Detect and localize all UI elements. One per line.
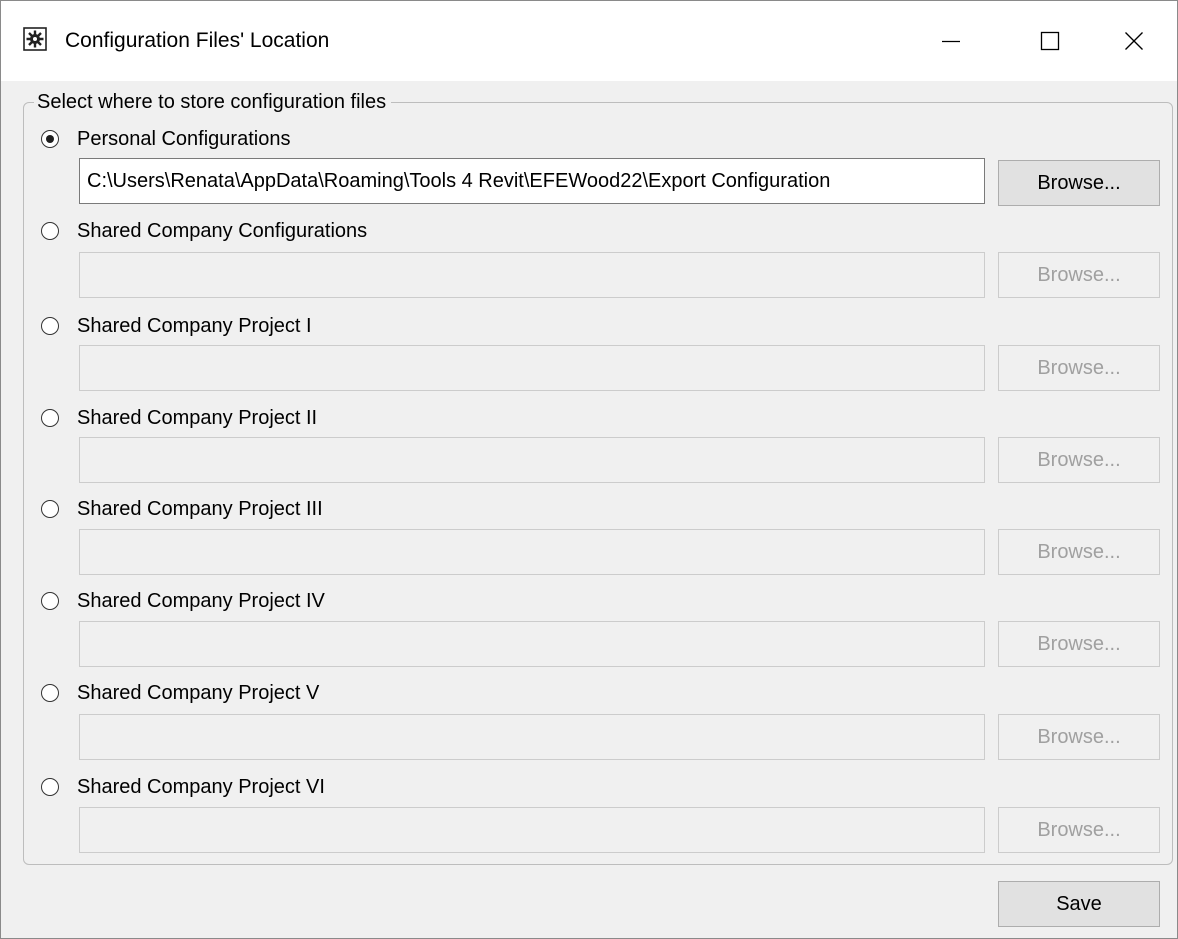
save-button[interactable]: Save — [998, 881, 1160, 927]
path-field-project-6 — [79, 807, 985, 853]
radio-selected-dot — [46, 135, 54, 143]
close-button[interactable] — [1091, 1, 1177, 81]
option-label: Shared Company Project V — [77, 682, 320, 704]
path-field-project-4 — [79, 621, 985, 667]
path-field-project-2 — [79, 437, 985, 483]
radio-personal-configurations[interactable]: Personal Configurations — [41, 125, 290, 153]
path-field-shared-configurations — [79, 252, 985, 298]
title-bar[interactable]: Configuration Files' Location — [1, 1, 1177, 81]
minimize-button[interactable] — [905, 1, 997, 81]
option-label: Shared Company Project VI — [77, 776, 325, 798]
radio-shared-company-configurations[interactable]: Shared Company Configurations — [41, 217, 367, 245]
radio-button[interactable] — [41, 684, 59, 702]
radio-button[interactable] — [41, 409, 59, 427]
radio-shared-project-6[interactable]: Shared Company Project VI — [41, 773, 325, 801]
group-legend: Select where to store configuration file… — [34, 89, 392, 115]
option-label: Shared Company Project III — [77, 498, 323, 520]
option-label: Shared Company Project I — [77, 315, 312, 337]
radio-button[interactable] — [41, 130, 59, 148]
window-title: Configuration Files' Location — [65, 29, 330, 52]
minimize-icon — [941, 31, 961, 51]
radio-shared-project-2[interactable]: Shared Company Project II — [41, 404, 317, 432]
browse-button-project-5: Browse... — [998, 714, 1160, 760]
option-label: Personal Configurations — [77, 128, 291, 150]
maximize-icon — [1040, 31, 1060, 51]
radio-button[interactable] — [41, 222, 59, 240]
option-label: Shared Company Project II — [77, 407, 318, 429]
browse-button-shared-configurations: Browse... — [998, 252, 1160, 298]
path-field-project-1 — [79, 345, 985, 391]
gear-document-icon — [23, 27, 47, 51]
close-icon — [1124, 31, 1144, 51]
radio-button[interactable] — [41, 778, 59, 796]
radio-shared-project-3[interactable]: Shared Company Project III — [41, 495, 323, 523]
browse-button-project-3: Browse... — [998, 529, 1160, 575]
browse-button-personal[interactable]: Browse... — [998, 160, 1160, 206]
browse-button-project-2: Browse... — [998, 437, 1160, 483]
radio-button[interactable] — [41, 592, 59, 610]
browse-button-project-6: Browse... — [998, 807, 1160, 853]
maximize-button[interactable] — [1004, 1, 1096, 81]
option-label: Shared Company Configurations — [77, 220, 368, 242]
path-field-personal[interactable]: C:\Users\Renata\AppData\Roaming\Tools 4 … — [79, 158, 985, 204]
radio-button[interactable] — [41, 317, 59, 335]
radio-shared-project-1[interactable]: Shared Company Project I — [41, 312, 312, 340]
radio-button[interactable] — [41, 500, 59, 518]
path-field-project-5 — [79, 714, 985, 760]
browse-button-project-1: Browse... — [998, 345, 1160, 391]
radio-shared-project-5[interactable]: Shared Company Project V — [41, 679, 319, 707]
browse-button-project-4: Browse... — [998, 621, 1160, 667]
path-field-project-3 — [79, 529, 985, 575]
radio-shared-project-4[interactable]: Shared Company Project IV — [41, 587, 325, 615]
option-label: Shared Company Project IV — [77, 590, 325, 612]
configuration-dialog: Configuration Files' Location Select whe… — [0, 0, 1178, 939]
